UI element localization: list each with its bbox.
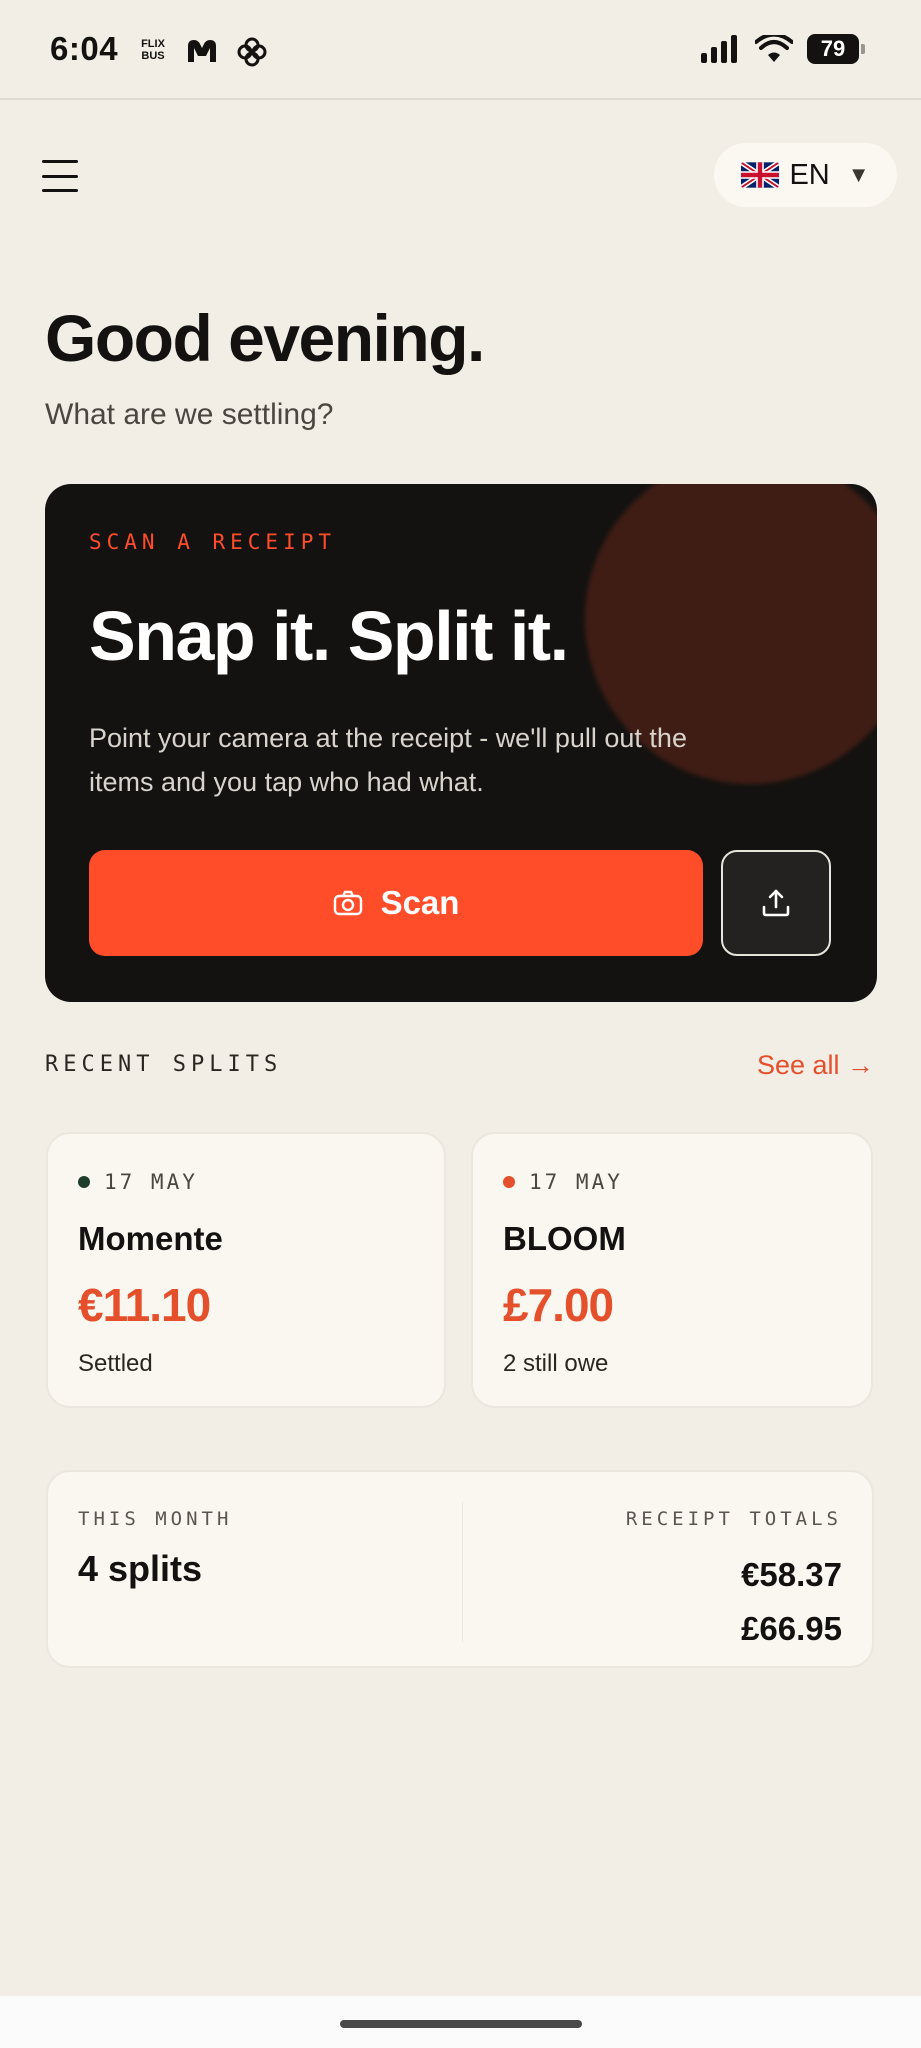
receipt-totals-label: RECEIPT TOTALS — [625, 1508, 842, 1530]
scan-button-label: Scan — [380, 884, 460, 921]
split-name: BLOOM — [503, 1220, 626, 1257]
battery-icon: 79 — [807, 34, 865, 64]
uk-flag-icon — [741, 162, 780, 188]
receipt-total-gbp: £66.95 — [741, 1610, 842, 1647]
upload-button[interactable] — [721, 850, 831, 956]
upload-icon — [762, 889, 790, 917]
language-selector[interactable]: EN ▼ — [714, 143, 897, 207]
divider — [462, 1502, 463, 1642]
receipt-total-eur: €58.37 — [741, 1556, 842, 1593]
cellular-signal-icon — [701, 35, 737, 63]
fan-icon — [236, 36, 268, 73]
flixbus-icon: FLIX BUS — [141, 38, 165, 62]
scan-title: Snap it. Split it. — [89, 597, 569, 675]
scan-button[interactable]: Scan — [89, 850, 703, 956]
page-title: Good evening. — [45, 301, 485, 375]
split-amount: €11.10 — [78, 1279, 211, 1331]
split-card[interactable]: 17 MAY BLOOM £7.00 2 still owe — [471, 1132, 873, 1408]
split-name: Momente — [78, 1220, 223, 1257]
home-indicator[interactable] — [340, 2020, 582, 2028]
split-date-row: 17 MAY — [78, 1170, 198, 1194]
recent-splits-heading: RECENT SPLITS — [45, 1052, 283, 1077]
receipt-totals-list: €58.37 £66.95 — [741, 1548, 842, 1656]
scan-eyebrow: SCAN A RECEIPT — [89, 530, 337, 554]
camera-icon — [333, 890, 362, 916]
split-amount: £7.00 — [503, 1279, 614, 1331]
split-status: 2 still owe — [503, 1350, 609, 1377]
wifi-icon — [755, 35, 793, 62]
chevron-down-icon: ▼ — [847, 162, 870, 187]
status-dot — [503, 1176, 515, 1188]
split-status: Settled — [78, 1350, 153, 1377]
see-all-link[interactable]: See all → — [757, 1050, 874, 1081]
split-date: 17 MAY — [104, 1170, 198, 1194]
this-month-value: 4 splits — [78, 1548, 203, 1589]
status-dot — [78, 1176, 90, 1188]
status-bar: 6:04 FLIX BUS 79 — [0, 0, 921, 100]
monzo-icon — [186, 38, 218, 69]
hamburger-icon[interactable] — [42, 158, 78, 194]
page-subtitle: What are we settling? — [45, 398, 334, 431]
status-time: 6:04 — [50, 30, 119, 67]
split-card[interactable]: 17 MAY Momente €11.10 Settled — [46, 1132, 446, 1408]
scan-description: Point your camera at the receipt - we'll… — [89, 723, 687, 797]
language-code: EN — [789, 158, 830, 191]
monthly-summary-card: THIS MONTH 4 splits RECEIPT TOTALS €58.3… — [46, 1470, 874, 1668]
scan-receipt-card: SCAN A RECEIPT Snap it. Split it. Point … — [45, 484, 877, 1002]
this-month-label: THIS MONTH — [78, 1508, 233, 1530]
split-date-row: 17 MAY — [503, 1170, 623, 1194]
split-date: 17 MAY — [529, 1170, 623, 1194]
